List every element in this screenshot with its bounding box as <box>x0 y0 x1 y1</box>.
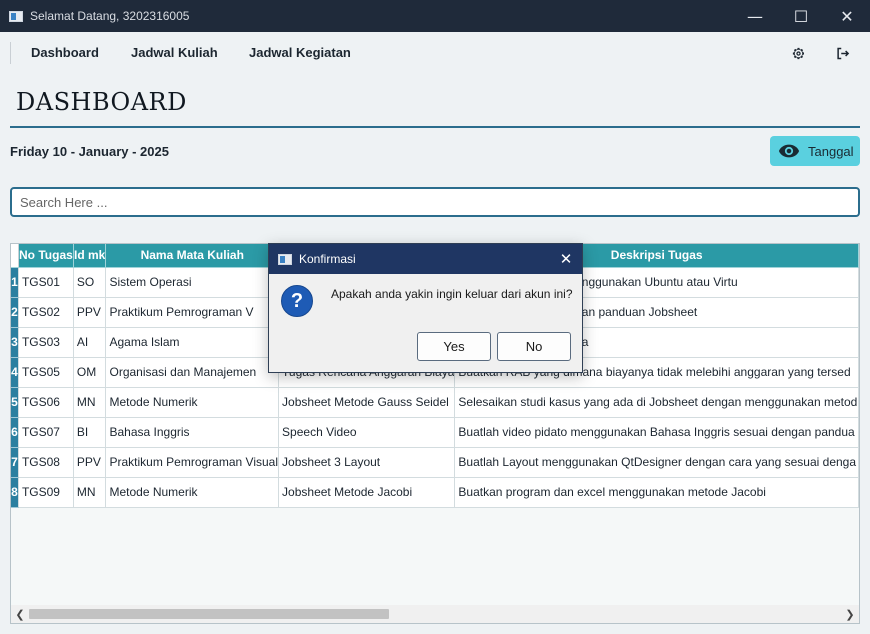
current-date: Friday 10 - January - 2025 <box>10 144 169 159</box>
confirm-dialog: Konfirmasi ✕ ? Apakah anda yakin ingin k… <box>268 243 583 373</box>
eye-icon <box>778 144 800 158</box>
cell-id-mk[interactable]: PPV <box>73 297 107 328</box>
table-corner <box>11 244 20 268</box>
maximize-button[interactable]: ☐ <box>778 0 824 32</box>
window-title: Selamat Datang, 3202316005 <box>30 9 190 23</box>
cell-id-mk[interactable]: PPV <box>73 447 107 478</box>
cell-nama-mata-kuliah[interactable]: Sistem Operasi <box>105 267 280 298</box>
cell-deskripsi-tugas[interactable]: Buatkan program dan excel menggunakan me… <box>454 477 859 508</box>
dialog-window-icon <box>278 254 292 265</box>
nav-separator <box>10 42 11 64</box>
navbar: Dashboard Jadwal Kuliah Jadwal Kegiatan <box>10 34 860 72</box>
scroll-left-icon[interactable]: ❮ <box>12 606 28 622</box>
cell-no-tugas[interactable]: TGS08 <box>18 447 74 478</box>
row-number[interactable]: 6 <box>11 417 20 448</box>
scrollbar-thumb[interactable] <box>29 609 389 619</box>
close-window-button[interactable]: ✕ <box>824 0 870 32</box>
cell-tugas[interactable]: Jobsheet 3 Layout <box>278 447 456 478</box>
cell-no-tugas[interactable]: TGS03 <box>18 327 74 358</box>
cell-nama-mata-kuliah[interactable]: Metode Numerik <box>105 477 280 508</box>
search-input[interactable] <box>10 187 860 217</box>
logout-icon[interactable] <box>832 43 852 63</box>
cell-tugas[interactable]: Jobsheet Metode Gauss Seidel <box>278 387 456 418</box>
cell-deskripsi-tugas[interactable]: Selesaikan studi kasus yang ada di Jobsh… <box>454 387 859 418</box>
row-number[interactable]: 7 <box>11 447 20 478</box>
column-header[interactable]: Id mk <box>73 244 107 268</box>
dialog-title: Konfirmasi <box>299 252 356 266</box>
cell-nama-mata-kuliah[interactable]: Praktikum Pemrograman Visual <box>105 447 280 478</box>
row-number[interactable]: 8 <box>11 477 20 508</box>
cell-no-tugas[interactable]: TGS09 <box>18 477 74 508</box>
cell-nama-mata-kuliah[interactable]: Organisasi dan Manajemen <box>105 357 280 388</box>
cell-no-tugas[interactable]: TGS02 <box>18 297 74 328</box>
cell-nama-mata-kuliah[interactable]: Agama Islam <box>105 327 280 358</box>
window-titlebar: Selamat Datang, 3202316005 — ☐ ✕ <box>0 0 870 32</box>
dialog-message: Apakah anda yakin ingin keluar dari akun… <box>331 287 573 301</box>
title-divider <box>10 126 860 128</box>
row-number[interactable]: 1 <box>11 267 20 298</box>
table-row[interactable]: 5 TGS06 MN Metode Numerik Jobsheet Metode Ga… <box>11 387 859 418</box>
tanggal-label: Tanggal <box>808 143 854 159</box>
cell-id-mk[interactable]: MN <box>73 387 107 418</box>
cell-id-mk[interactable]: BI <box>73 417 107 448</box>
row-number[interactable]: 4 <box>11 357 20 388</box>
tanggal-button[interactable]: Tanggal <box>770 136 860 166</box>
cell-no-tugas[interactable]: TGS07 <box>18 417 74 448</box>
yes-button[interactable]: Yes <box>417 332 491 361</box>
app-window-icon <box>9 11 23 22</box>
gear-icon[interactable] <box>788 43 808 63</box>
cell-tugas[interactable]: Speech Video <box>278 417 456 448</box>
dialog-close-button[interactable]: ✕ <box>552 246 580 272</box>
column-header[interactable]: No Tugas <box>18 244 74 268</box>
row-number[interactable]: 5 <box>11 387 20 418</box>
cell-id-mk[interactable]: SO <box>73 267 107 298</box>
cell-tugas[interactable]: Jobsheet Metode Jacobi <box>278 477 456 508</box>
minimize-button[interactable]: — <box>732 0 778 32</box>
table-row[interactable]: 7 TGS08 PPV Praktikum Pemrograman Visual Job… <box>11 447 859 478</box>
cell-deskripsi-tugas[interactable]: Buatlah Layout menggunakan QtDesigner de… <box>454 447 859 478</box>
scroll-right-icon[interactable]: ❯ <box>842 606 858 622</box>
nav-item-dashboard[interactable]: Dashboard <box>31 45 99 60</box>
nav-item-jadwal-kegiatan[interactable]: Jadwal Kegiatan <box>249 45 351 60</box>
cell-no-tugas[interactable]: TGS05 <box>18 357 74 388</box>
no-button[interactable]: No <box>497 332 571 361</box>
cell-nama-mata-kuliah[interactable]: Bahasa Inggris <box>105 417 280 448</box>
cell-id-mk[interactable]: MN <box>73 477 107 508</box>
cell-deskripsi-tugas[interactable]: Buatlah video pidato menggunakan Bahasa … <box>454 417 859 448</box>
cell-no-tugas[interactable]: TGS01 <box>18 267 74 298</box>
question-icon: ? <box>281 285 313 317</box>
cell-nama-mata-kuliah[interactable]: Metode Numerik <box>105 387 280 418</box>
column-header[interactable]: Nama Mata Kuliah <box>105 244 280 268</box>
table-row[interactable]: 6 TGS07 BI Bahasa Inggris Speech Video Buatla… <box>11 417 859 448</box>
cell-no-tugas[interactable]: TGS06 <box>18 387 74 418</box>
table-row[interactable]: 8 TGS09 MN Metode Numerik Jobsheet Metode Ja… <box>11 477 859 508</box>
page-title: DASHBOARD <box>16 88 187 116</box>
horizontal-scrollbar[interactable]: ❮ ❯ <box>11 605 859 623</box>
cell-nama-mata-kuliah[interactable]: Praktikum Pemrograman V <box>105 297 280 328</box>
cell-id-mk[interactable]: OM <box>73 357 107 388</box>
nav-item-jadwal-kuliah[interactable]: Jadwal Kuliah <box>131 45 218 60</box>
dialog-titlebar: Konfirmasi ✕ <box>269 244 582 274</box>
row-number[interactable]: 3 <box>11 327 20 358</box>
cell-id-mk[interactable]: AI <box>73 327 107 358</box>
row-number[interactable]: 2 <box>11 297 20 328</box>
